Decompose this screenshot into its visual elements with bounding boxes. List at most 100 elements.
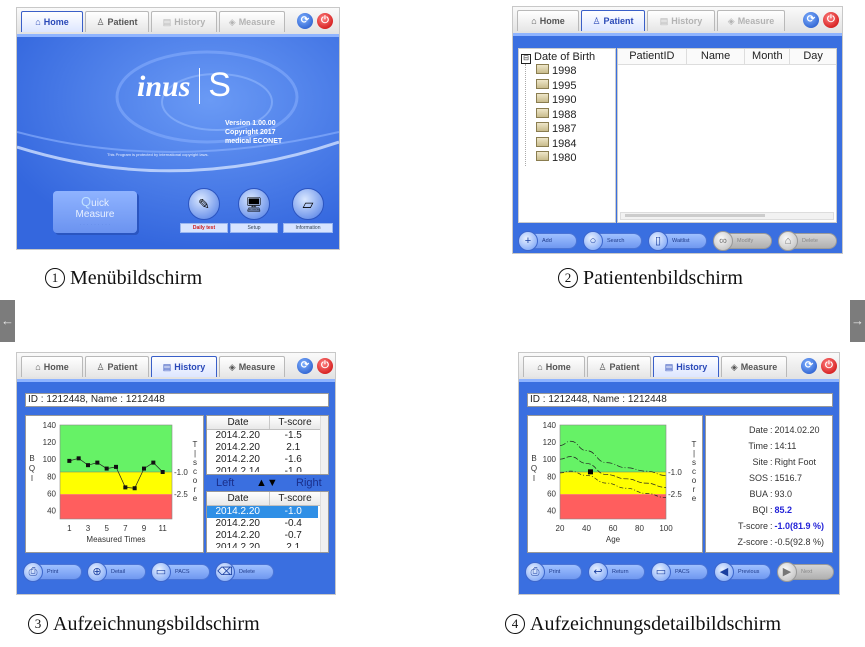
y-tick-label: 120 xyxy=(43,438,57,447)
print-button[interactable]: ⎙ Print xyxy=(525,562,582,582)
table-header: Date T-score xyxy=(207,492,320,506)
column-header[interactable]: Month xyxy=(745,49,791,64)
tab-home[interactable]: ⌂ Home xyxy=(21,11,83,32)
tree-item-year[interactable]: 1988 xyxy=(536,107,615,123)
data-point[interactable] xyxy=(123,485,128,490)
table-row[interactable]: 2014.2.20 -0.7 xyxy=(207,530,318,542)
column-header[interactable]: T-score xyxy=(269,416,320,429)
tab-home[interactable]: ⌂ Home xyxy=(21,356,83,377)
delete-button[interactable]: ⌂ Delete xyxy=(778,231,837,251)
data-point[interactable] xyxy=(132,486,137,491)
next-button[interactable]: ▶ Next xyxy=(777,562,834,582)
table-row[interactable]: 2014.2.20 -1.5 xyxy=(207,430,318,442)
table-row[interactable]: 2014.2.20 2.1 xyxy=(207,442,318,454)
column-header[interactable]: Name xyxy=(687,49,746,64)
tab-measure[interactable]: ◈ Measure xyxy=(721,356,787,377)
add-button[interactable]: + Add xyxy=(518,231,577,251)
table-row[interactable]: 2014.2.20 -0.4 xyxy=(207,518,318,530)
daily-test-button[interactable]: ✎ Daily test xyxy=(180,188,228,233)
table-row[interactable]: 2014.2.20 -1.0 xyxy=(207,506,318,518)
tab-history[interactable]: ▤ History xyxy=(647,10,715,31)
vertical-scrollbar[interactable] xyxy=(320,416,328,474)
tab-patient[interactable]: ♙ Patient xyxy=(587,356,651,377)
column-header[interactable]: T-score xyxy=(269,492,320,505)
previous-slide-arrow[interactable]: ← xyxy=(0,300,15,342)
y-axis-label-char: I xyxy=(31,474,33,483)
column-header[interactable]: Day xyxy=(790,49,836,64)
y-tick-label: 60 xyxy=(47,489,56,498)
data-point[interactable] xyxy=(160,470,165,474)
current-measurement-point[interactable] xyxy=(587,469,593,475)
tab-measure[interactable]: ◈ Measure xyxy=(219,11,285,32)
data-point[interactable] xyxy=(151,460,156,465)
y2-axis-label-char: o xyxy=(692,476,697,485)
tree-item-year[interactable]: 1995 xyxy=(536,78,615,94)
next-slide-arrow[interactable]: → xyxy=(850,300,865,342)
tab-measure[interactable]: ◈ Measure xyxy=(717,10,785,31)
data-point[interactable] xyxy=(95,460,100,465)
data-point[interactable] xyxy=(104,466,109,471)
pacs-button[interactable]: ▭ PACS xyxy=(151,562,210,582)
detail-button[interactable]: ⊕ Detail xyxy=(87,562,146,582)
data-point[interactable] xyxy=(86,463,90,468)
table-row[interactable]: 2014.2.20 -1.6 xyxy=(207,454,318,466)
left-label[interactable]: Left xyxy=(216,476,234,490)
pacs-button[interactable]: ▭ PACS xyxy=(651,562,708,582)
sync-button[interactable]: ⟳ xyxy=(297,358,313,374)
setup-button[interactable]: 🖥 Setup xyxy=(230,188,278,233)
sync-button[interactable]: ⟳ xyxy=(803,12,819,28)
data-point[interactable] xyxy=(114,464,118,469)
sync-button[interactable]: ⟳ xyxy=(297,13,313,29)
tab-patient[interactable]: ♙ Patient xyxy=(85,356,149,377)
column-header[interactable]: Date xyxy=(207,416,269,429)
tree-item-year[interactable]: 1984 xyxy=(536,136,615,152)
tab-history[interactable]: ▤ History xyxy=(653,356,719,377)
swap-arrows-icon[interactable]: ▲▼ xyxy=(256,476,278,490)
previous-button[interactable]: ◀ Previous xyxy=(714,562,771,582)
horizontal-scrollbar[interactable] xyxy=(620,212,834,220)
return-button[interactable]: ↩ Return xyxy=(588,562,645,582)
information-button[interactable]: ▱ Information xyxy=(283,188,333,233)
delete-button[interactable]: ⌫ Delete xyxy=(215,562,274,582)
column-header[interactable]: PatientID xyxy=(618,49,687,64)
tab-home[interactable]: ⌂ Home xyxy=(523,356,585,377)
power-button[interactable]: ⏻ xyxy=(823,12,839,28)
right-label[interactable]: Right xyxy=(296,476,322,490)
return-icon: ↩ xyxy=(588,562,608,582)
data-point[interactable] xyxy=(67,458,72,463)
power-button[interactable]: ⏻ xyxy=(317,13,333,29)
search-button[interactable]: ○ Search xyxy=(583,231,642,251)
x-tick-label: 11 xyxy=(159,524,168,533)
power-button[interactable]: ⏻ xyxy=(821,358,837,374)
patient-list: PatientID Name Month Day xyxy=(617,48,837,223)
caption-history: 3 Aufzeichnungsbildschirm xyxy=(28,613,260,636)
modify-button[interactable]: ∞ Modify xyxy=(713,231,772,251)
scrollbar-thumb[interactable] xyxy=(625,214,765,217)
column-header[interactable]: Date xyxy=(207,492,269,505)
vertical-scrollbar[interactable] xyxy=(320,492,328,552)
tab-measure[interactable]: ◈ Measure xyxy=(219,356,285,377)
print-button[interactable]: ⎙ Print xyxy=(23,562,82,582)
app-logo: inus S xyxy=(137,66,231,104)
tree-root[interactable]: ⊟ Date of Birth xyxy=(519,49,615,64)
power-button[interactable]: ⏻ xyxy=(317,358,333,374)
previous-icon: ◀ xyxy=(714,562,734,582)
tree-item-year[interactable]: 1980 xyxy=(536,151,615,166)
table-row[interactable]: 2014.2.20 2.1 xyxy=(207,542,318,548)
tab-home[interactable]: ⌂ Home xyxy=(517,10,579,31)
data-point[interactable] xyxy=(142,466,146,471)
modify-icon: ∞ xyxy=(713,231,733,251)
waitlist-button[interactable]: ▯ Waitlist xyxy=(648,231,707,251)
caption-history-detail: 4 Aufzeichnungsdetailbildschirm xyxy=(505,613,781,636)
data-point[interactable] xyxy=(76,456,81,461)
tab-patient[interactable]: ♙ Patient xyxy=(85,11,149,32)
table-row[interactable]: 2014.2.14 -1.0 xyxy=(207,466,318,472)
tree-item-year[interactable]: 1987 xyxy=(536,122,615,137)
tab-patient[interactable]: ♙ Patient xyxy=(581,10,645,31)
sync-button[interactable]: ⟳ xyxy=(801,358,817,374)
quick-measure-button[interactable]: Quick Measure · · · · · · · · · xyxy=(53,191,137,233)
tree-item-year[interactable]: 1990 xyxy=(536,93,615,108)
tab-history[interactable]: ▤ History xyxy=(151,356,217,377)
tree-item-year[interactable]: 1998 xyxy=(536,64,615,79)
tab-history[interactable]: ▤ History xyxy=(151,11,217,32)
